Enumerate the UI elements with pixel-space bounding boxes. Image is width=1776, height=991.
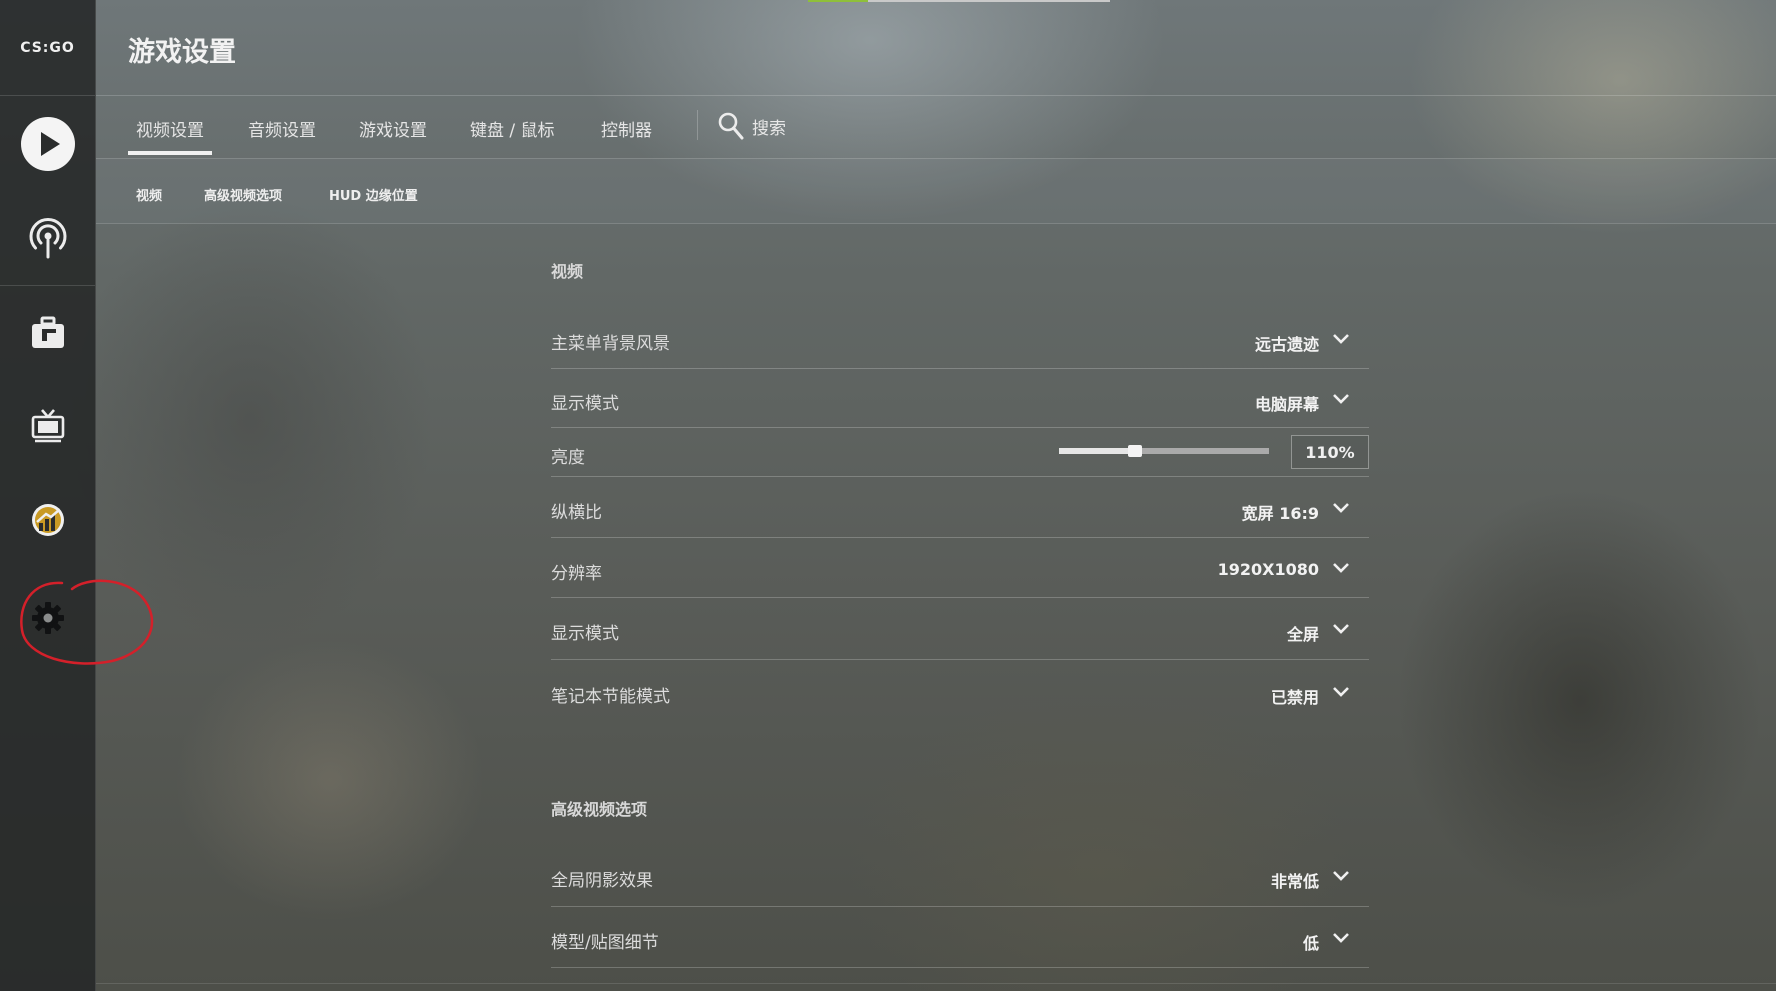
setting-value[interactable]: 宽屏 16:9 <box>1242 500 1319 524</box>
subtab-video[interactable]: 视频 <box>136 185 162 204</box>
chevron-down-icon[interactable] <box>1331 332 1351 346</box>
slider-handle[interactable] <box>1127 445 1142 457</box>
header: 游戏设置 <box>96 0 1776 96</box>
setting-value[interactable]: 全屏 <box>1287 621 1319 645</box>
setting-label: 纵横比 <box>551 503 602 523</box>
chevron-down-icon[interactable] <box>1331 931 1351 945</box>
setting-row[interactable]: 纵横比 宽屏 16:9 <box>551 477 1369 538</box>
setting-row[interactable]: 分辨率 1920X1080 <box>551 538 1369 598</box>
setting-label: 主菜单背景风景 <box>551 334 670 354</box>
chevron-down-icon[interactable] <box>1331 622 1351 636</box>
chevron-down-icon[interactable] <box>1331 869 1351 883</box>
search-button[interactable]: 搜索 <box>718 112 786 140</box>
csgo-logo[interactable]: CS:GO <box>0 0 95 96</box>
subtab-advanced-video[interactable]: 高级视频选项 <box>204 185 282 204</box>
tab-audio-settings[interactable]: 音频设置 <box>248 116 316 141</box>
sidebar: CS:GO <box>0 0 154 991</box>
page-title: 游戏设置 <box>128 37 236 68</box>
chevron-down-icon[interactable] <box>1331 392 1351 406</box>
tabs-divider <box>697 110 698 140</box>
chevron-down-icon[interactable] <box>1331 561 1351 575</box>
search-icon <box>718 112 744 140</box>
setting-label: 显示模式 <box>551 624 619 644</box>
play-icon[interactable] <box>0 116 95 172</box>
setting-label: 笔记本节能模式 <box>551 687 670 707</box>
setting-label: 显示模式 <box>551 394 619 414</box>
chevron-down-icon[interactable] <box>1331 501 1351 515</box>
settings-tabs: 视频设置 音频设置 游戏设置 键盘 / 鼠标 控制器 搜索 <box>96 96 1776 159</box>
tv-icon[interactable] <box>0 406 95 446</box>
search-label: 搜索 <box>752 118 786 139</box>
setting-label: 全局阴影效果 <box>551 871 653 891</box>
setting-row[interactable]: 模型/贴图细节 低 <box>551 907 1369 968</box>
gear-icon[interactable] <box>0 598 95 638</box>
briefcase-icon[interactable] <box>0 313 95 353</box>
chevron-down-icon[interactable] <box>1331 685 1351 699</box>
stats-icon[interactable] <box>0 500 95 540</box>
tab-controller[interactable]: 控制器 <box>601 116 652 141</box>
setting-label: 模型/贴图细节 <box>551 933 659 953</box>
setting-value[interactable]: 低 <box>1303 930 1319 954</box>
sidebar-divider <box>0 285 95 286</box>
setting-value[interactable]: 远古遗迹 <box>1255 331 1319 355</box>
setting-row[interactable]: 显示模式 电脑屏幕 <box>551 369 1369 428</box>
tab-video-settings[interactable]: 视频设置 <box>128 116 212 155</box>
subtab-hud-margin[interactable]: HUD 边缘位置 <box>329 185 418 204</box>
tab-game-settings[interactable]: 游戏设置 <box>359 116 427 141</box>
bottom-divider <box>96 983 1776 984</box>
section-subtabs: 视频 高级视频选项 HUD 边缘位置 <box>96 159 1776 224</box>
tab-keyboard-mouse[interactable]: 键盘 / 鼠标 <box>470 116 555 141</box>
section-title-advanced-video: 高级视频选项 <box>551 800 648 819</box>
section-title-video: 视频 <box>551 262 584 281</box>
brightness-value-field[interactable]: 110% <box>1291 435 1369 469</box>
broadcast-icon[interactable] <box>0 216 95 260</box>
slider-fill <box>1059 448 1135 454</box>
setting-row-brightness: 亮度 110% <box>551 428 1369 477</box>
setting-row[interactable]: 主菜单背景风景 远古遗迹 <box>551 310 1369 369</box>
setting-value[interactable]: 已禁用 <box>1271 684 1319 708</box>
setting-value[interactable]: 非常低 <box>1271 868 1319 892</box>
setting-value[interactable]: 电脑屏幕 <box>1255 391 1319 415</box>
setting-value[interactable]: 1920X1080 <box>1218 560 1319 579</box>
setting-label: 亮度 <box>551 448 585 468</box>
brightness-slider[interactable] <box>1059 445 1269 457</box>
setting-row[interactable]: 显示模式 全屏 <box>551 598 1369 660</box>
setting-row[interactable]: 全局阴影效果 非常低 <box>551 846 1369 907</box>
setting-row[interactable]: 笔记本节能模式 已禁用 <box>551 660 1369 720</box>
setting-label: 分辨率 <box>551 564 602 584</box>
